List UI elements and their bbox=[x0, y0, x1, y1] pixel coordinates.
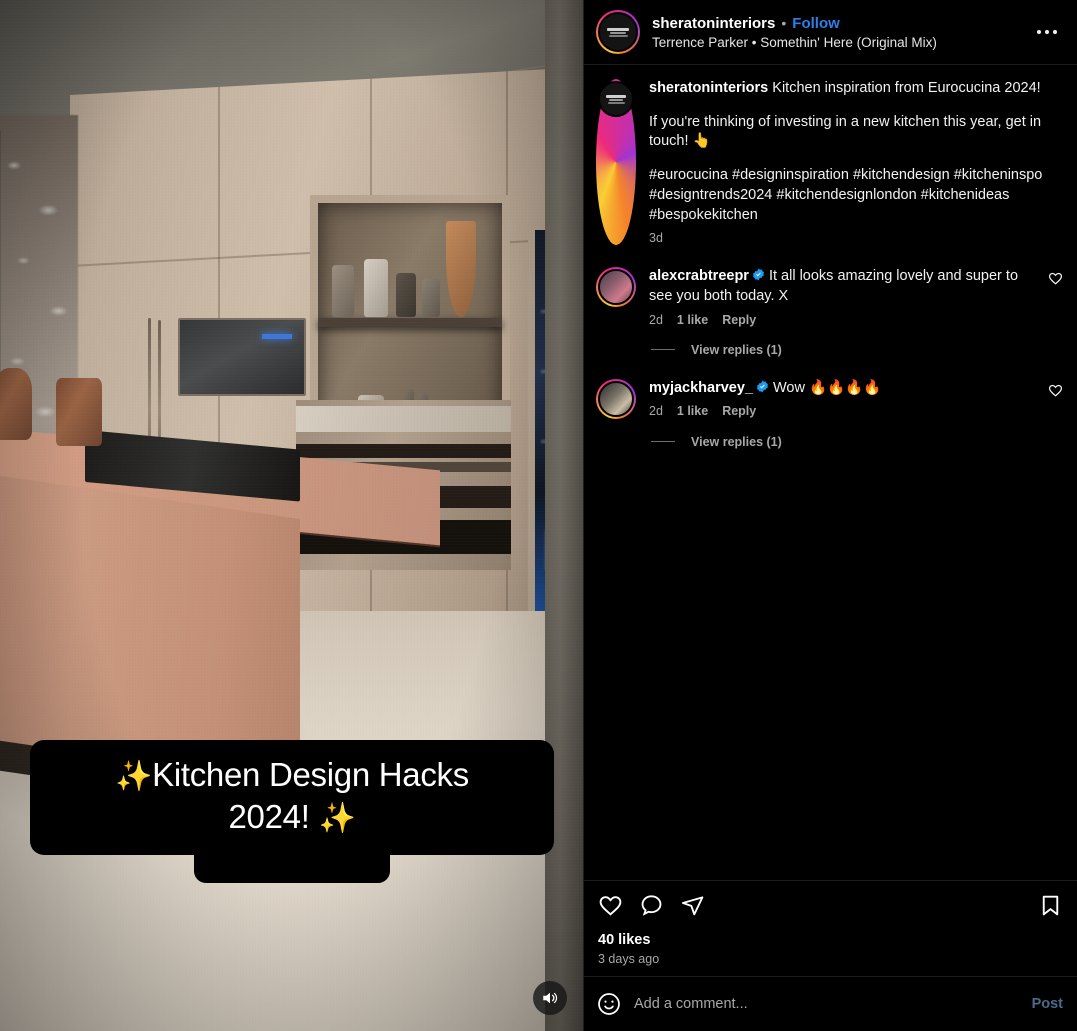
bookmark-icon[interactable] bbox=[1038, 893, 1063, 918]
post-details-panel: sheratoninteriors • Follow Terrence Park… bbox=[583, 0, 1077, 1031]
avatar[interactable] bbox=[598, 81, 634, 117]
caption-hashtags[interactable]: #eurocucina #designinspiration #kitchend… bbox=[649, 167, 1042, 222]
comment-likes[interactable]: 1 like bbox=[677, 404, 708, 418]
comment-time: 2d bbox=[649, 312, 663, 327]
caption-username[interactable]: sheratoninteriors bbox=[649, 80, 768, 96]
share-paper-plane-icon[interactable] bbox=[680, 893, 705, 918]
video-caption-tail bbox=[194, 854, 390, 883]
separator-dot: • bbox=[781, 15, 787, 31]
comment-item: alexcrabtreepr It all looks amazing lovel… bbox=[596, 267, 1063, 327]
caption-line-1: Kitchen inspiration from Eurocucina 2024… bbox=[772, 80, 1041, 96]
caption-text: sheratoninteriors Kitchen inspiration fr… bbox=[649, 79, 1063, 225]
caption-line-2: If you're thinking of investing in a new… bbox=[649, 113, 1042, 150]
sound-on-icon[interactable] bbox=[533, 981, 567, 1015]
video-player[interactable]: ✨Kitchen Design Hacks 2024! ✨ bbox=[0, 0, 583, 1031]
view-replies-label[interactable]: View replies (1) bbox=[691, 435, 782, 449]
comment-text: Wow 🔥🔥🔥🔥 bbox=[773, 379, 882, 396]
view-replies-label[interactable]: View replies (1) bbox=[691, 343, 782, 357]
comment-text-row: myjackharvey_ Wow 🔥🔥🔥🔥 bbox=[649, 379, 1035, 399]
commenter-avatar-ring[interactable] bbox=[596, 267, 636, 308]
video-caption-line-2: 2024! bbox=[228, 798, 319, 836]
video-caption-overlay: ✨Kitchen Design Hacks 2024! ✨ bbox=[30, 740, 554, 883]
caption-body: sheratoninteriors Kitchen inspiration fr… bbox=[649, 79, 1063, 245]
avatar[interactable] bbox=[598, 12, 638, 52]
post-header: sheratoninteriors • Follow Terrence Park… bbox=[584, 0, 1077, 65]
heart-icon[interactable] bbox=[598, 893, 623, 918]
action-icons-row bbox=[598, 893, 1063, 918]
caption-avatar-ring[interactable] bbox=[596, 79, 636, 246]
comments-scroll-area[interactable]: sheratoninteriors Kitchen inspiration fr… bbox=[584, 65, 1077, 880]
likes-count[interactable]: 40 likes bbox=[598, 932, 1063, 948]
comment-like-icon[interactable] bbox=[1048, 379, 1063, 403]
post-caption: sheratoninteriors Kitchen inspiration fr… bbox=[596, 79, 1063, 246]
caption-timestamp: 3d bbox=[649, 231, 663, 246]
comment-bubble-icon[interactable] bbox=[639, 893, 664, 918]
video-caption-line-1: Kitchen Design Hacks bbox=[152, 756, 469, 793]
replies-line bbox=[651, 441, 675, 443]
view-replies-button[interactable]: View replies (1) bbox=[651, 343, 1063, 357]
commenter-username[interactable]: alexcrabtreepr bbox=[649, 268, 749, 284]
comment-text-row: alexcrabtreepr It all looks amazing lovel… bbox=[649, 267, 1035, 306]
posted-timestamp: 3 days ago bbox=[598, 952, 660, 966]
verified-badge-icon bbox=[752, 268, 765, 281]
author-avatar-ring[interactable] bbox=[596, 10, 640, 54]
comment-time: 2d bbox=[649, 404, 663, 419]
comment-meta: 2d 1 like Reply bbox=[649, 404, 1035, 418]
comment-like-icon[interactable] bbox=[1048, 267, 1063, 291]
comment-item: myjackharvey_ Wow 🔥🔥🔥🔥 2d 1 like Reply bbox=[596, 378, 1063, 419]
sheraton-logo bbox=[600, 14, 636, 50]
avatar[interactable] bbox=[598, 269, 634, 306]
replies-line bbox=[651, 349, 675, 351]
author-username[interactable]: sheratoninteriors bbox=[652, 15, 775, 32]
view-replies-button[interactable]: View replies (1) bbox=[651, 435, 1063, 449]
comment-reply-button[interactable]: Reply bbox=[722, 404, 756, 418]
comment-body: alexcrabtreepr It all looks amazing lovel… bbox=[649, 267, 1035, 326]
verified-badge-icon bbox=[756, 380, 769, 393]
instagram-post-view: ✨Kitchen Design Hacks 2024! ✨ sheratonin… bbox=[0, 0, 1077, 1031]
sheraton-logo bbox=[600, 83, 632, 115]
comment-body: myjackharvey_ Wow 🔥🔥🔥🔥 2d 1 like Reply bbox=[649, 379, 1035, 419]
post-actions: 40 likes 3 days ago bbox=[584, 880, 1077, 976]
comment-input[interactable]: Add a comment... bbox=[634, 996, 1020, 1012]
comment-reply-button[interactable]: Reply bbox=[722, 313, 756, 327]
post-comment-button[interactable]: Post bbox=[1032, 996, 1063, 1012]
video-caption-text: ✨Kitchen Design Hacks 2024! ✨ bbox=[30, 740, 554, 855]
commenter-username[interactable]: myjackharvey_ bbox=[649, 380, 753, 396]
sparkle-icon: ✨ bbox=[318, 802, 356, 836]
avatar[interactable] bbox=[598, 380, 634, 417]
emoji-smiley-icon[interactable] bbox=[596, 991, 622, 1017]
comment-compose-bar: Add a comment... Post bbox=[584, 976, 1077, 1031]
comment-likes[interactable]: 1 like bbox=[677, 313, 708, 327]
comment-meta: 2d 1 like Reply bbox=[649, 313, 1035, 327]
more-options-icon[interactable] bbox=[1031, 24, 1063, 40]
audio-track-label[interactable]: Terrence Parker • Somethin' Here (Origin… bbox=[652, 35, 1019, 50]
follow-button[interactable]: Follow bbox=[792, 15, 840, 32]
commenter-avatar-ring[interactable] bbox=[596, 378, 636, 419]
sparkle-icon: ✨ bbox=[115, 760, 153, 793]
header-text-block: sheratoninteriors • Follow Terrence Park… bbox=[652, 15, 1019, 50]
